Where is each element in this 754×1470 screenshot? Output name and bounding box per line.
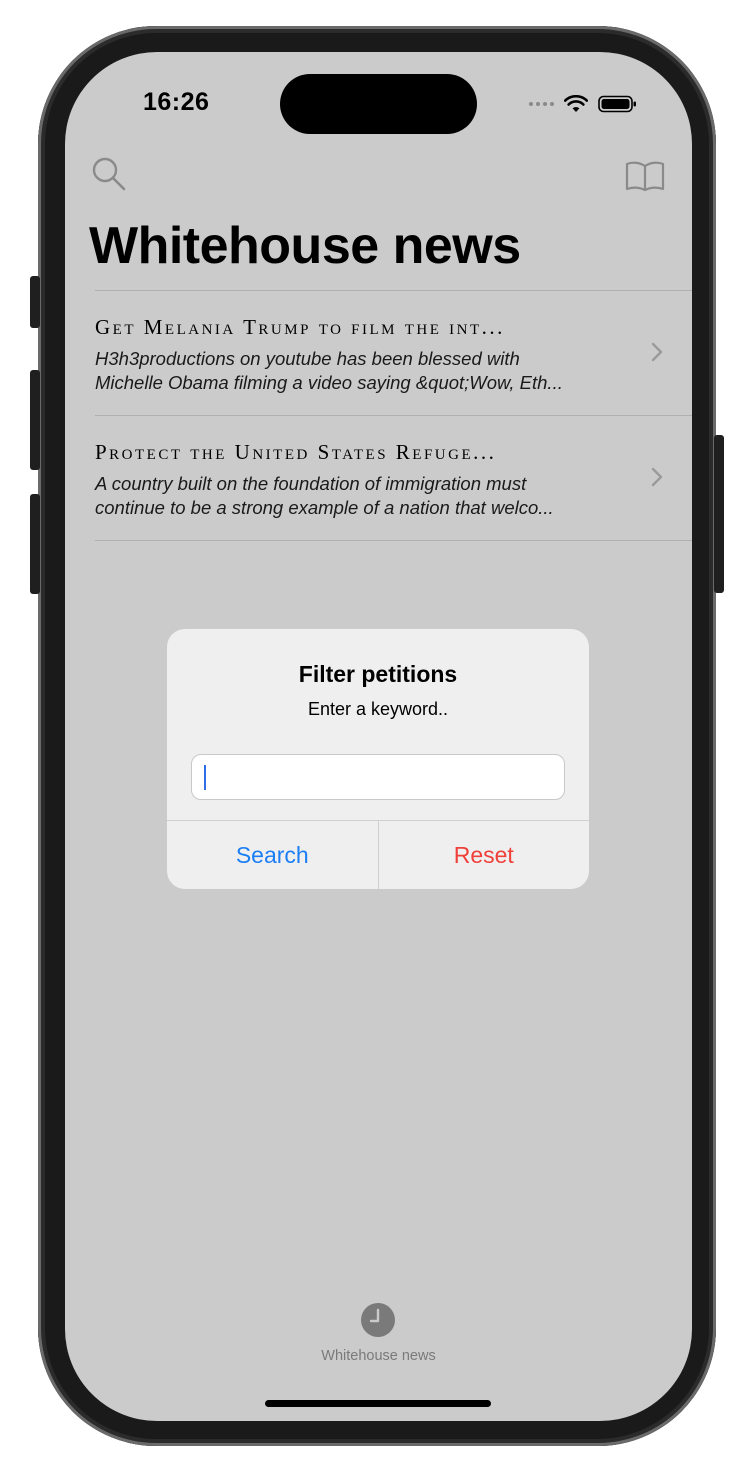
dynamic-island (280, 74, 477, 134)
dialog-actions: Search Reset (167, 820, 589, 889)
petition-body-line: A country built on the foundation of imm… (95, 473, 527, 494)
clock-icon[interactable] (360, 1302, 396, 1338)
petition-title: Get Melania Trump to film the int... (95, 315, 505, 339)
text-caret (204, 765, 206, 790)
search-button[interactable]: Search (167, 821, 379, 889)
status-indicators (529, 92, 638, 116)
battery-icon (598, 95, 636, 113)
search-icon[interactable] (91, 156, 127, 192)
petition-body: H3h3productions on youtube has been bles… (95, 347, 635, 395)
dialog-message: Enter a keyword.. (307, 699, 449, 719)
wifi-icon (564, 95, 588, 112)
volume-up-button (30, 370, 40, 470)
petition-body-line: H3h3productions on youtube has been bles… (95, 348, 520, 369)
screen: 16:26 Whitehouse news Get Melania Trump … (65, 52, 692, 1421)
signal-dots-icon (529, 102, 554, 106)
reset-button[interactable]: Reset (379, 821, 590, 889)
page-title: Whitehouse news (89, 217, 521, 275)
keyword-input[interactable] (191, 754, 565, 800)
chevron-right-icon (651, 342, 663, 362)
chevron-right-icon (651, 467, 663, 487)
list-item[interactable]: Get Melania Trump to film the int... H3h… (95, 291, 692, 416)
silent-switch (30, 276, 40, 328)
volume-down-button (30, 494, 40, 594)
petition-body-line: Michelle Obama filming a video saying &q… (95, 372, 563, 393)
petition-body: A country built on the foundation of imm… (95, 472, 635, 520)
tab-whitehouse-news[interactable]: Whitehouse news (65, 1348, 692, 1364)
filter-alert-dialog: Filter petitions Enter a keyword.. Searc… (167, 629, 589, 889)
petition-list: Get Melania Trump to film the int... H3h… (95, 290, 692, 541)
status-time: 16:26 (143, 88, 210, 116)
petition-body-line: continue to be a strong example of a nat… (95, 497, 554, 518)
petition-title: Protect the United States Refuge... (95, 440, 497, 464)
home-indicator[interactable] (265, 1400, 491, 1407)
dialog-title: Filter petitions (298, 661, 458, 687)
power-button (714, 435, 724, 593)
book-icon[interactable] (625, 160, 665, 192)
list-item[interactable]: Protect the United States Refuge... A co… (95, 416, 692, 541)
